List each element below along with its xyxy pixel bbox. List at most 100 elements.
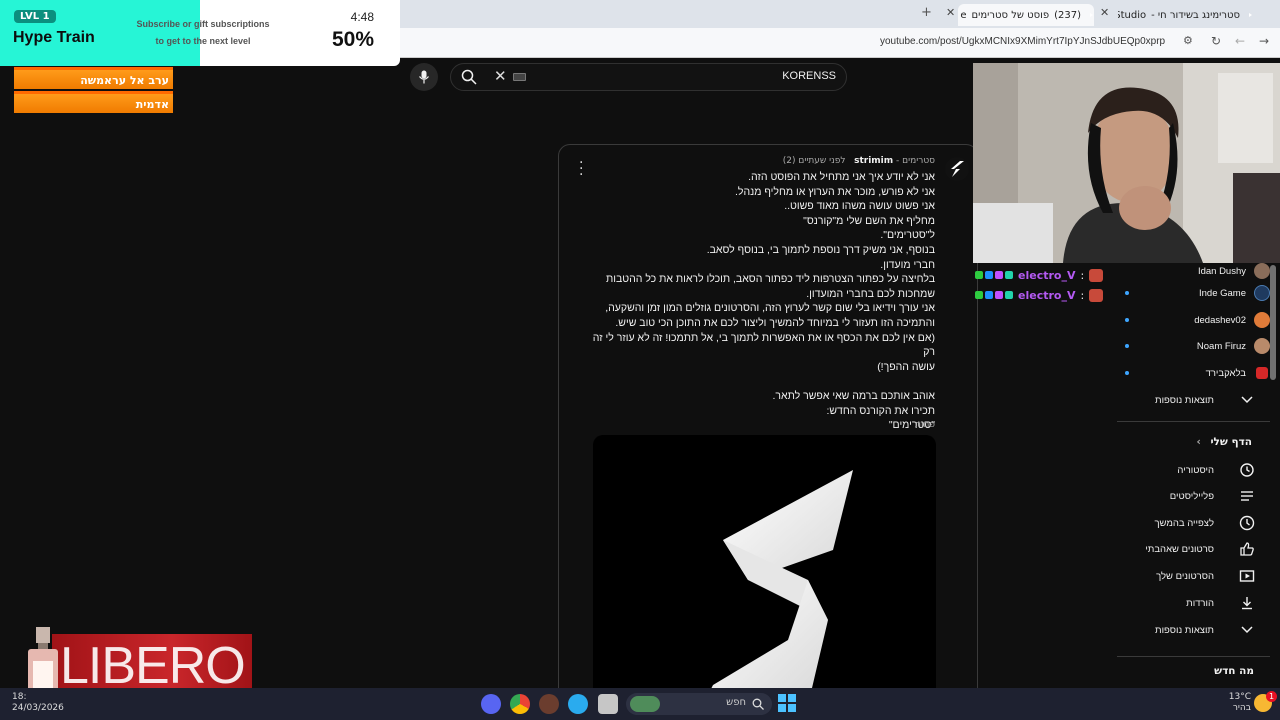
whats-new-header[interactable]: מה חדש <box>1214 665 1254 677</box>
post-author[interactable]: strimim <box>854 156 893 166</box>
notification-badge[interactable]: 1 <box>1266 691 1277 702</box>
subscription-item[interactable]: Inde Game <box>1117 280 1270 306</box>
you-item-watch-later[interactable]: לצפייה בהמשך <box>1117 510 1270 536</box>
chrome-icon[interactable] <box>510 694 530 714</box>
downloads-icon <box>1236 592 1258 614</box>
webcam-feed <box>973 63 1280 263</box>
clock[interactable]: 18: 24/03/2026 <box>12 692 64 714</box>
search-icon[interactable] <box>461 69 477 85</box>
reload-icon[interactable]: ↻ <box>1211 34 1221 48</box>
you-item-downloads[interactable]: הורדות <box>1117 590 1270 616</box>
streamer-webcam-image <box>973 63 1280 263</box>
chat-username: electro_V <box>1018 268 1076 282</box>
tab-close-icon[interactable]: ✕ <box>946 6 955 19</box>
subscription-name: Noam Firuz <box>1196 340 1246 352</box>
post-text-line: חברי מועדון. <box>880 258 935 271</box>
temperature: 13°C <box>1228 692 1251 702</box>
avatar <box>1254 285 1270 301</box>
subscription-item[interactable]: dedashev02 <box>1117 307 1270 333</box>
tab-live-studio[interactable]: סטרימינג בשידור חי - e Studio <box>1118 4 1253 26</box>
post-text-line: שמחכות לכם בחברי המועדון. <box>806 287 935 300</box>
site-settings-icon[interactable]: ⚙ <box>1183 34 1193 47</box>
your-videos-icon <box>1236 565 1258 587</box>
post-text-line: תכירו את הקורנס החדש: <box>826 404 935 417</box>
chevron-right-icon: › <box>1196 436 1201 448</box>
sidebar-scrollbar[interactable] <box>1270 265 1276 380</box>
keyboard-icon[interactable] <box>513 73 526 81</box>
app-icon[interactable] <box>539 694 559 714</box>
hype-train-title: Hype Train <box>13 29 95 46</box>
you-item-your-videos[interactable]: הסרטונים שלך <box>1117 563 1270 589</box>
chevron-down-icon <box>1236 389 1258 411</box>
you-item-chevron-down[interactable]: תוצאות נוספות <box>1117 617 1270 643</box>
channel-avatar[interactable] <box>945 157 969 181</box>
tab-label: סטרימינג בשידור חי - <box>1151 9 1240 21</box>
forward-arrow-icon[interactable]: ← <box>1235 34 1245 48</box>
post-text-line: בלחיצה על כפתור הצטרפות ליד כפתור הסאב, … <box>605 273 935 286</box>
clock-date: 24/03/2026 <box>12 703 64 713</box>
badge-icon <box>995 291 1003 299</box>
post-channel[interactable]: סטרימים - <box>896 156 935 166</box>
badge-icon <box>975 271 983 279</box>
show-more-subscriptions[interactable]: תוצאות נוספות <box>1117 387 1270 413</box>
badge-icon <box>995 271 1003 279</box>
taskbar-search[interactable]: חפש <box>626 693 772 715</box>
you-item-liked-videos[interactable]: סרטונים שאהבתי <box>1117 536 1270 562</box>
strimim-logo-icon <box>951 161 964 177</box>
post-text-line: אוהב אותכם ברמה שאי אפשר לתאר. <box>772 389 935 402</box>
tab-close-icon[interactable]: ✕ <box>1100 6 1109 19</box>
post-text-line: אני לא פורש, מוכר את הערוץ או מחליף מנהל… <box>734 185 935 198</box>
you-item-playlists[interactable]: פלייליסטים <box>1117 483 1270 509</box>
subscription-item[interactable]: Noam Firuz <box>1117 333 1270 359</box>
post-text-line: בנוסף, אני משיק דרך נוספת לתמוך בי, בנוס… <box>706 243 935 256</box>
voice-search-button[interactable] <box>410 63 438 91</box>
chevron-down-icon <box>1236 619 1258 641</box>
tab-label-tail: e - <box>958 9 967 21</box>
subscription-name: בלאקבירד <box>1205 367 1246 379</box>
url-text[interactable]: youtube.com/post/UgkxMCNIx9XMimYrt7IpYJn… <box>880 36 1165 47</box>
subscription-name: dedashev02 <box>1194 314 1246 326</box>
badge-icon <box>985 271 993 279</box>
avatar <box>1256 367 1268 379</box>
badge-icon <box>985 291 993 299</box>
new-content-dot <box>1125 291 1129 295</box>
discord-icon[interactable] <box>481 694 501 714</box>
screen: ✕ סטרימינג בשידור חי - e Studio (237) פו… <box>0 0 1280 720</box>
search-icon <box>752 698 764 710</box>
file-explorer-icon[interactable] <box>598 694 618 714</box>
weather-widget[interactable]: 13°C בהיר <box>1227 692 1251 714</box>
hype-train-subtitle-line-2: to get to the next level <box>155 36 251 46</box>
show-less-link[interactable]: פחות <box>915 420 935 430</box>
clear-search-icon[interactable]: ✕ <box>494 67 507 85</box>
taskbar-search-label: חפש <box>726 697 746 708</box>
post-text-line: אני לא יודע איך אני מתחיל את הפוסט הזה. <box>748 171 935 183</box>
more-actions-icon[interactable]: · · · <box>579 156 583 182</box>
you-item-label: סרטונים שאהבתי <box>1145 543 1214 555</box>
you-item-history[interactable]: היסטוריה <box>1117 457 1270 483</box>
badge-icon <box>975 291 983 299</box>
post-image[interactable] <box>593 435 936 705</box>
new-tab-icon[interactable]: + <box>921 5 932 20</box>
search-query[interactable]: KORENSS <box>782 70 836 82</box>
you-item-label: הורדות <box>1186 597 1214 609</box>
tab-post-strimim[interactable]: (237) פוסט של סטרימים e - <box>958 4 1094 26</box>
chat-separator: : <box>1080 268 1085 282</box>
post-time[interactable]: לפני שעתיים (2) <box>783 156 846 166</box>
microphone-icon <box>419 70 429 84</box>
overlay-menu-item: אדמית <box>14 91 173 113</box>
chat-message: electro_V : <box>975 265 1104 285</box>
telegram-icon[interactable] <box>568 694 588 714</box>
playlists-icon <box>1236 485 1258 507</box>
search-highlight-icon <box>630 696 660 712</box>
search-input[interactable]: ✕ KORENSS <box>450 63 847 91</box>
overlay-menu: ערב אל עראמשה אדמית <box>14 67 173 115</box>
back-arrow-icon[interactable]: → <box>1259 34 1269 48</box>
post-text-line: "סטרימים" <box>888 419 935 432</box>
windows-start-icon[interactable] <box>778 694 798 714</box>
you-item-label: לצפייה בהמשך <box>1154 517 1214 529</box>
you-section-header[interactable]: הדף שלי › <box>1196 436 1252 448</box>
you-item-label: פלייליסטים <box>1169 490 1214 502</box>
you-header-label: הדף שלי <box>1210 436 1252 448</box>
subscription-item[interactable]: בלאקבירד <box>1117 360 1270 386</box>
